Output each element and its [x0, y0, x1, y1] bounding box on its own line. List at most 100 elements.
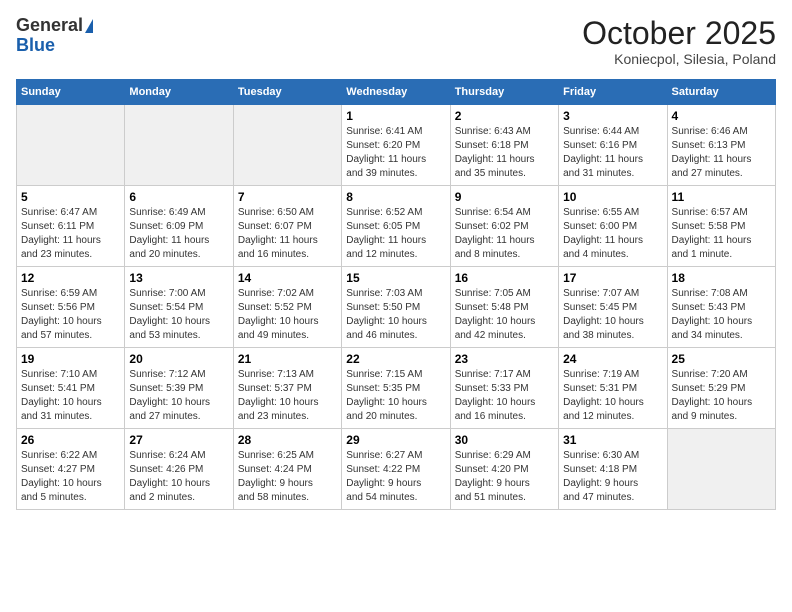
- day-detail: Sunrise: 6:52 AM Sunset: 6:05 PM Dayligh…: [346, 206, 445, 262]
- day-detail: Sunrise: 6:44 AM Sunset: 6:16 PM Dayligh…: [563, 125, 662, 181]
- day-detail: Sunrise: 7:17 AM Sunset: 5:33 PM Dayligh…: [455, 368, 554, 424]
- day-detail: Sunrise: 7:07 AM Sunset: 5:45 PM Dayligh…: [563, 287, 662, 343]
- calendar-empty-cell: [667, 429, 775, 510]
- calendar-day-cell: 25 Sunrise: 7:20 AM Sunset: 5:29 PM Dayli…: [667, 348, 775, 429]
- day-detail: Sunrise: 6:25 AM Sunset: 4:24 PM Dayligh…: [238, 449, 337, 505]
- day-number: 19: [21, 352, 120, 366]
- weekday-header-tuesday: Tuesday: [233, 80, 341, 105]
- calendar-day-cell: 20 Sunrise: 7:12 AM Sunset: 5:39 PM Dayli…: [125, 348, 233, 429]
- logo-general-text: General: [16, 16, 83, 36]
- day-number: 20: [129, 352, 228, 366]
- day-number: 28: [238, 433, 337, 447]
- calendar-day-cell: 2 Sunrise: 6:43 AM Sunset: 6:18 PM Daylig…: [450, 105, 558, 186]
- day-number: 16: [455, 271, 554, 285]
- calendar-day-cell: 19 Sunrise: 7:10 AM Sunset: 5:41 PM Dayli…: [17, 348, 125, 429]
- day-number: 3: [563, 109, 662, 123]
- weekday-header-row: SundayMondayTuesdayWednesdayThursdayFrid…: [17, 80, 776, 105]
- day-number: 25: [672, 352, 771, 366]
- day-number: 2: [455, 109, 554, 123]
- day-detail: Sunrise: 7:05 AM Sunset: 5:48 PM Dayligh…: [455, 287, 554, 343]
- day-number: 13: [129, 271, 228, 285]
- day-number: 11: [672, 190, 771, 204]
- day-number: 22: [346, 352, 445, 366]
- calendar-week-row: 12 Sunrise: 6:59 AM Sunset: 5:56 PM Dayli…: [17, 267, 776, 348]
- day-number: 12: [21, 271, 120, 285]
- day-detail: Sunrise: 6:30 AM Sunset: 4:18 PM Dayligh…: [563, 449, 662, 505]
- calendar-empty-cell: [17, 105, 125, 186]
- calendar-day-cell: 9 Sunrise: 6:54 AM Sunset: 6:02 PM Daylig…: [450, 186, 558, 267]
- logo-icon: [85, 19, 93, 33]
- calendar-week-row: 26 Sunrise: 6:22 AM Sunset: 4:27 PM Dayli…: [17, 429, 776, 510]
- weekday-header-friday: Friday: [559, 80, 667, 105]
- day-detail: Sunrise: 7:03 AM Sunset: 5:50 PM Dayligh…: [346, 287, 445, 343]
- calendar-day-cell: 18Sunrise: 7:08 AM Sunset: 5:43 PM Dayli…: [667, 267, 775, 348]
- calendar-day-cell: 22Sunrise: 7:15 AM Sunset: 5:35 PM Dayli…: [342, 348, 450, 429]
- day-detail: Sunrise: 6:24 AM Sunset: 4:26 PM Dayligh…: [129, 449, 228, 505]
- weekday-header-monday: Monday: [125, 80, 233, 105]
- day-number: 4: [672, 109, 771, 123]
- day-detail: Sunrise: 6:43 AM Sunset: 6:18 PM Dayligh…: [455, 125, 554, 181]
- day-detail: Sunrise: 6:27 AM Sunset: 4:22 PM Dayligh…: [346, 449, 445, 505]
- calendar-empty-cell: [233, 105, 341, 186]
- calendar-day-cell: 26 Sunrise: 6:22 AM Sunset: 4:27 PM Dayli…: [17, 429, 125, 510]
- day-number: 21: [238, 352, 337, 366]
- calendar-day-cell: 21 Sunrise: 7:13 AM Sunset: 5:37 PM Dayli…: [233, 348, 341, 429]
- day-detail: Sunrise: 6:57 AM Sunset: 5:58 PM Dayligh…: [672, 206, 771, 262]
- calendar-day-cell: 17 Sunrise: 7:07 AM Sunset: 5:45 PM Dayli…: [559, 267, 667, 348]
- calendar-day-cell: 11 Sunrise: 6:57 AM Sunset: 5:58 PM Dayli…: [667, 186, 775, 267]
- day-number: 17: [563, 271, 662, 285]
- calendar-day-cell: 6Sunrise: 6:49 AM Sunset: 6:09 PM Daylig…: [125, 186, 233, 267]
- calendar-day-cell: 10Sunrise: 6:55 AM Sunset: 6:00 PM Dayli…: [559, 186, 667, 267]
- day-detail: Sunrise: 6:55 AM Sunset: 6:00 PM Dayligh…: [563, 206, 662, 262]
- day-detail: Sunrise: 7:10 AM Sunset: 5:41 PM Dayligh…: [21, 368, 120, 424]
- day-number: 9: [455, 190, 554, 204]
- calendar-table: SundayMondayTuesdayWednesdayThursdayFrid…: [16, 79, 776, 510]
- calendar-day-cell: 30Sunrise: 6:29 AM Sunset: 4:20 PM Dayli…: [450, 429, 558, 510]
- day-detail: Sunrise: 6:59 AM Sunset: 5:56 PM Dayligh…: [21, 287, 120, 343]
- calendar-day-cell: 13 Sunrise: 7:00 AM Sunset: 5:54 PM Dayli…: [125, 267, 233, 348]
- calendar-day-cell: 5 Sunrise: 6:47 AM Sunset: 6:11 PM Daylig…: [17, 186, 125, 267]
- calendar-day-cell: 1 Sunrise: 6:41 AM Sunset: 6:20 PM Daylig…: [342, 105, 450, 186]
- day-number: 8: [346, 190, 445, 204]
- location-text: Koniecpol, Silesia, Poland: [582, 51, 776, 67]
- day-number: 1: [346, 109, 445, 123]
- calendar-day-cell: 29 Sunrise: 6:27 AM Sunset: 4:22 PM Dayli…: [342, 429, 450, 510]
- calendar-empty-cell: [125, 105, 233, 186]
- weekday-header-wednesday: Wednesday: [342, 80, 450, 105]
- day-number: 23: [455, 352, 554, 366]
- day-detail: Sunrise: 6:22 AM Sunset: 4:27 PM Dayligh…: [21, 449, 120, 505]
- day-number: 29: [346, 433, 445, 447]
- day-detail: Sunrise: 7:00 AM Sunset: 5:54 PM Dayligh…: [129, 287, 228, 343]
- day-number: 24: [563, 352, 662, 366]
- day-number: 14: [238, 271, 337, 285]
- day-detail: Sunrise: 7:19 AM Sunset: 5:31 PM Dayligh…: [563, 368, 662, 424]
- day-number: 7: [238, 190, 337, 204]
- month-title: October 2025: [582, 16, 776, 51]
- logo: General Blue: [16, 16, 93, 56]
- day-number: 15: [346, 271, 445, 285]
- day-detail: Sunrise: 6:41 AM Sunset: 6:20 PM Dayligh…: [346, 125, 445, 181]
- page-header: General Blue October 2025 Koniecpol, Sil…: [16, 16, 776, 67]
- day-detail: Sunrise: 7:20 AM Sunset: 5:29 PM Dayligh…: [672, 368, 771, 424]
- calendar-day-cell: 4Sunrise: 6:46 AM Sunset: 6:13 PM Daylig…: [667, 105, 775, 186]
- day-detail: Sunrise: 7:02 AM Sunset: 5:52 PM Dayligh…: [238, 287, 337, 343]
- logo-blue-text: Blue: [16, 36, 55, 56]
- day-number: 26: [21, 433, 120, 447]
- title-block: October 2025 Koniecpol, Silesia, Poland: [582, 16, 776, 67]
- day-detail: Sunrise: 6:47 AM Sunset: 6:11 PM Dayligh…: [21, 206, 120, 262]
- calendar-day-cell: 15 Sunrise: 7:03 AM Sunset: 5:50 PM Dayli…: [342, 267, 450, 348]
- calendar-day-cell: 8 Sunrise: 6:52 AM Sunset: 6:05 PM Daylig…: [342, 186, 450, 267]
- calendar-day-cell: 7 Sunrise: 6:50 AM Sunset: 6:07 PM Daylig…: [233, 186, 341, 267]
- calendar-day-cell: 23 Sunrise: 7:17 AM Sunset: 5:33 PM Dayli…: [450, 348, 558, 429]
- day-detail: Sunrise: 7:13 AM Sunset: 5:37 PM Dayligh…: [238, 368, 337, 424]
- day-detail: Sunrise: 6:54 AM Sunset: 6:02 PM Dayligh…: [455, 206, 554, 262]
- calendar-week-row: 5 Sunrise: 6:47 AM Sunset: 6:11 PM Daylig…: [17, 186, 776, 267]
- calendar-day-cell: 28 Sunrise: 6:25 AM Sunset: 4:24 PM Dayli…: [233, 429, 341, 510]
- day-number: 6: [129, 190, 228, 204]
- day-detail: Sunrise: 7:12 AM Sunset: 5:39 PM Dayligh…: [129, 368, 228, 424]
- calendar-day-cell: 16 Sunrise: 7:05 AM Sunset: 5:48 PM Dayli…: [450, 267, 558, 348]
- day-detail: Sunrise: 6:50 AM Sunset: 6:07 PM Dayligh…: [238, 206, 337, 262]
- day-number: 5: [21, 190, 120, 204]
- weekday-header-thursday: Thursday: [450, 80, 558, 105]
- day-detail: Sunrise: 6:29 AM Sunset: 4:20 PM Dayligh…: [455, 449, 554, 505]
